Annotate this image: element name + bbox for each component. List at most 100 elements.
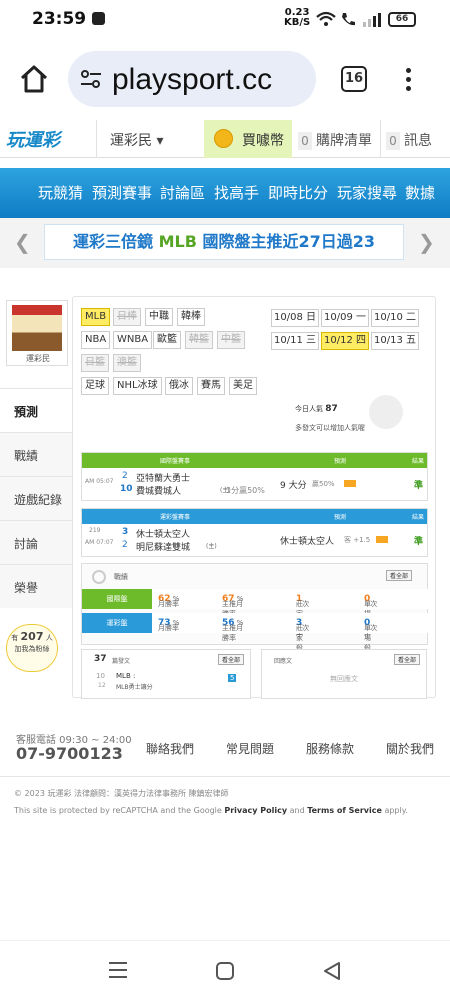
nav-play-guess[interactable]: 玩競猜 [38, 182, 83, 203]
sport-chip[interactable]: WNBA [113, 331, 153, 349]
stat-tag: 國際盤 [82, 589, 152, 609]
table-row[interactable]: 219 AM 07:07 3 休士頓太空人 2 明尼蘇達雙城 (主) 休士頓太空… [82, 524, 427, 556]
mascot-icon [369, 395, 403, 429]
tab-switcher-button[interactable]: 16 [341, 66, 367, 92]
posts-see-all-button[interactable]: 看全部 [218, 654, 245, 665]
sidebar-item-honor[interactable]: 榮譽 [0, 564, 72, 608]
col-result: 結果 [412, 458, 425, 465]
post-day: 12 [98, 682, 106, 689]
messages-link[interactable]: 0 訊息 [386, 130, 432, 150]
nav-forum[interactable]: 討論區 [160, 182, 205, 203]
col-pick: 預測 [334, 514, 347, 521]
main-nav: 玩競猜 預測賽事 討論區 找高手 即時比分 玩家搜尋 數據 [0, 168, 450, 218]
popularity-note: 多發文可以增加人氣喔 [295, 424, 365, 432]
recent-apps-icon[interactable] [108, 961, 128, 979]
call-icon [342, 13, 355, 26]
stats-see-all-button[interactable]: 看全部 [386, 570, 413, 581]
phone-number[interactable]: 07-9700123 [16, 744, 123, 763]
sport-chip[interactable]: 俄冰 [165, 377, 193, 395]
status-bar: 23:59 0.23 KB/S 66 [0, 0, 450, 38]
sport-chip[interactable]: 賽馬 [197, 377, 225, 395]
col-result: 結果 [412, 514, 425, 521]
msg-count: 0 [386, 132, 400, 150]
fans-prefix: 有 [11, 634, 19, 642]
table-header: 運彩盤賽事 預測 結果 [82, 509, 427, 524]
intl-prediction-table: 國際盤賽事 預測 結果 AM 05:07 2 亞特蘭大勇士 10 費城費城人 (… [81, 452, 428, 501]
stat-row-local: 運彩盤 月勝率 73 % 主推月勝率 56 % 莊家殺手 3 次 單場殺手 0 … [82, 613, 429, 662]
unit: 次 [302, 624, 310, 632]
msg-label: 訊息 [404, 133, 432, 149]
sport-chip[interactable]: 韓棒 [177, 308, 205, 326]
url-bar[interactable]: playsport.cc [68, 51, 316, 107]
date-button[interactable]: 10/08 日 [271, 309, 319, 327]
stat-win: 月勝率 73 % [158, 618, 180, 632]
site-settings-icon[interactable] [80, 70, 102, 88]
coin-label: 買噱幣 [242, 133, 284, 149]
terms-link[interactable]: Terms of Service [307, 806, 382, 815]
sport-chip[interactable]: NBA [81, 331, 111, 349]
record-icon [92, 570, 106, 584]
col-game: 國際盤賽事 [160, 458, 191, 465]
footer-link-contact[interactable]: 聯絡我們 [146, 740, 194, 757]
date-button[interactable]: 10/10 二 [371, 309, 419, 327]
pick-value: 休士頓太空人 [280, 537, 335, 547]
home-icon[interactable] [215, 961, 235, 981]
date-button[interactable]: 10/09 一 [321, 309, 369, 327]
date-button[interactable]: 10/11 三 [271, 332, 319, 350]
nav-find-experts[interactable]: 找高手 [214, 182, 259, 203]
post-line2[interactable]: MLB勇士讓分 [116, 682, 153, 691]
team-num: 2 [122, 471, 128, 481]
stat-main: 主推月勝率 67 % [222, 594, 243, 618]
back-icon[interactable] [322, 961, 342, 981]
browser-menu-icon[interactable] [406, 68, 412, 92]
nav-live-score[interactable]: 即時比分 [268, 182, 328, 203]
sport-chip[interactable]: MLB [81, 308, 111, 326]
sport-chip[interactable]: 美足 [229, 377, 257, 395]
sidebar-item-discuss[interactable]: 討論 [0, 520, 72, 564]
nav-player-search[interactable]: 玩家搜尋 [337, 182, 397, 203]
sport-chip: 中籃 [217, 331, 245, 349]
date-button[interactable]: 10/13 五 [371, 332, 419, 350]
coin-button[interactable]: 買噱幣 [204, 120, 292, 158]
clock: 23:59 [32, 9, 87, 29]
browser-toolbar: playsport.cc 16 [0, 38, 450, 120]
footer-link-about[interactable]: 關於我們 [386, 740, 434, 757]
footer-link-faq[interactable]: 常見問題 [226, 740, 274, 757]
replies-label: 回應文 [274, 658, 293, 665]
banner-next-icon[interactable]: ❯ [418, 230, 435, 254]
avatar[interactable]: 運彩民 [6, 300, 68, 366]
table-row[interactable]: AM 05:07 2 亞特蘭大勇士 10 費城費城人 (主) 1分贏50% 9 … [82, 468, 427, 500]
sidebar-item-game-log[interactable]: 遊戲紀錄 [0, 476, 72, 520]
cart-link[interactable]: 0 購牌清單 [298, 130, 372, 150]
nav-data[interactable]: 數據 [405, 182, 435, 203]
site-logo[interactable]: 玩運彩 [6, 126, 68, 152]
sport-chip[interactable]: 足球 [81, 377, 109, 395]
home-icon[interactable] [18, 63, 50, 95]
team-num: 10 [120, 484, 133, 494]
sport-chip[interactable]: 中職 [145, 308, 173, 326]
member-dropdown[interactable]: 運彩民 ▾ [110, 130, 163, 150]
sidebar-item-record[interactable]: 戰績 [0, 432, 72, 476]
sport-chip: 韓籃 [185, 331, 213, 349]
promo-text[interactable]: 運彩三倍鏡 MLB 國際盤主推近27日過23 [44, 224, 404, 260]
footer-link-terms[interactable]: 服務條款 [306, 740, 354, 757]
date-button-selected[interactable]: 10/12 四 [321, 332, 369, 350]
replies-see-all-button[interactable]: 看全部 [394, 654, 421, 665]
post-line1[interactable]: MLB : [116, 672, 135, 680]
banner-prev-icon[interactable]: ❮ [14, 230, 31, 254]
sport-chip[interactable]: NHL冰球 [113, 377, 162, 395]
sport-chip: 日籃 [81, 354, 109, 372]
sidebar-item-predict[interactable]: 預測 [0, 388, 74, 432]
unit: 次 [302, 600, 310, 608]
copyright: © 2023 玩運彩 法律顧問：漢英得力法律事務所 陳鎮宏律師 [14, 789, 229, 798]
cart-count: 0 [298, 132, 312, 150]
sport-chip[interactable]: 歐籃 [153, 331, 181, 349]
nav-predict[interactable]: 預測賽事 [92, 182, 152, 203]
fans-button[interactable]: 有 207 人加我為粉絲 [6, 624, 58, 672]
apply-text: apply. [381, 806, 408, 815]
result-value: 準 [414, 537, 424, 547]
stat-house: 莊家殺手 1 次 [296, 594, 309, 638]
privacy-link[interactable]: Privacy Policy [224, 806, 287, 815]
posts-label: 篇發文 [112, 658, 131, 665]
url-text[interactable]: playsport.cc [112, 63, 272, 97]
